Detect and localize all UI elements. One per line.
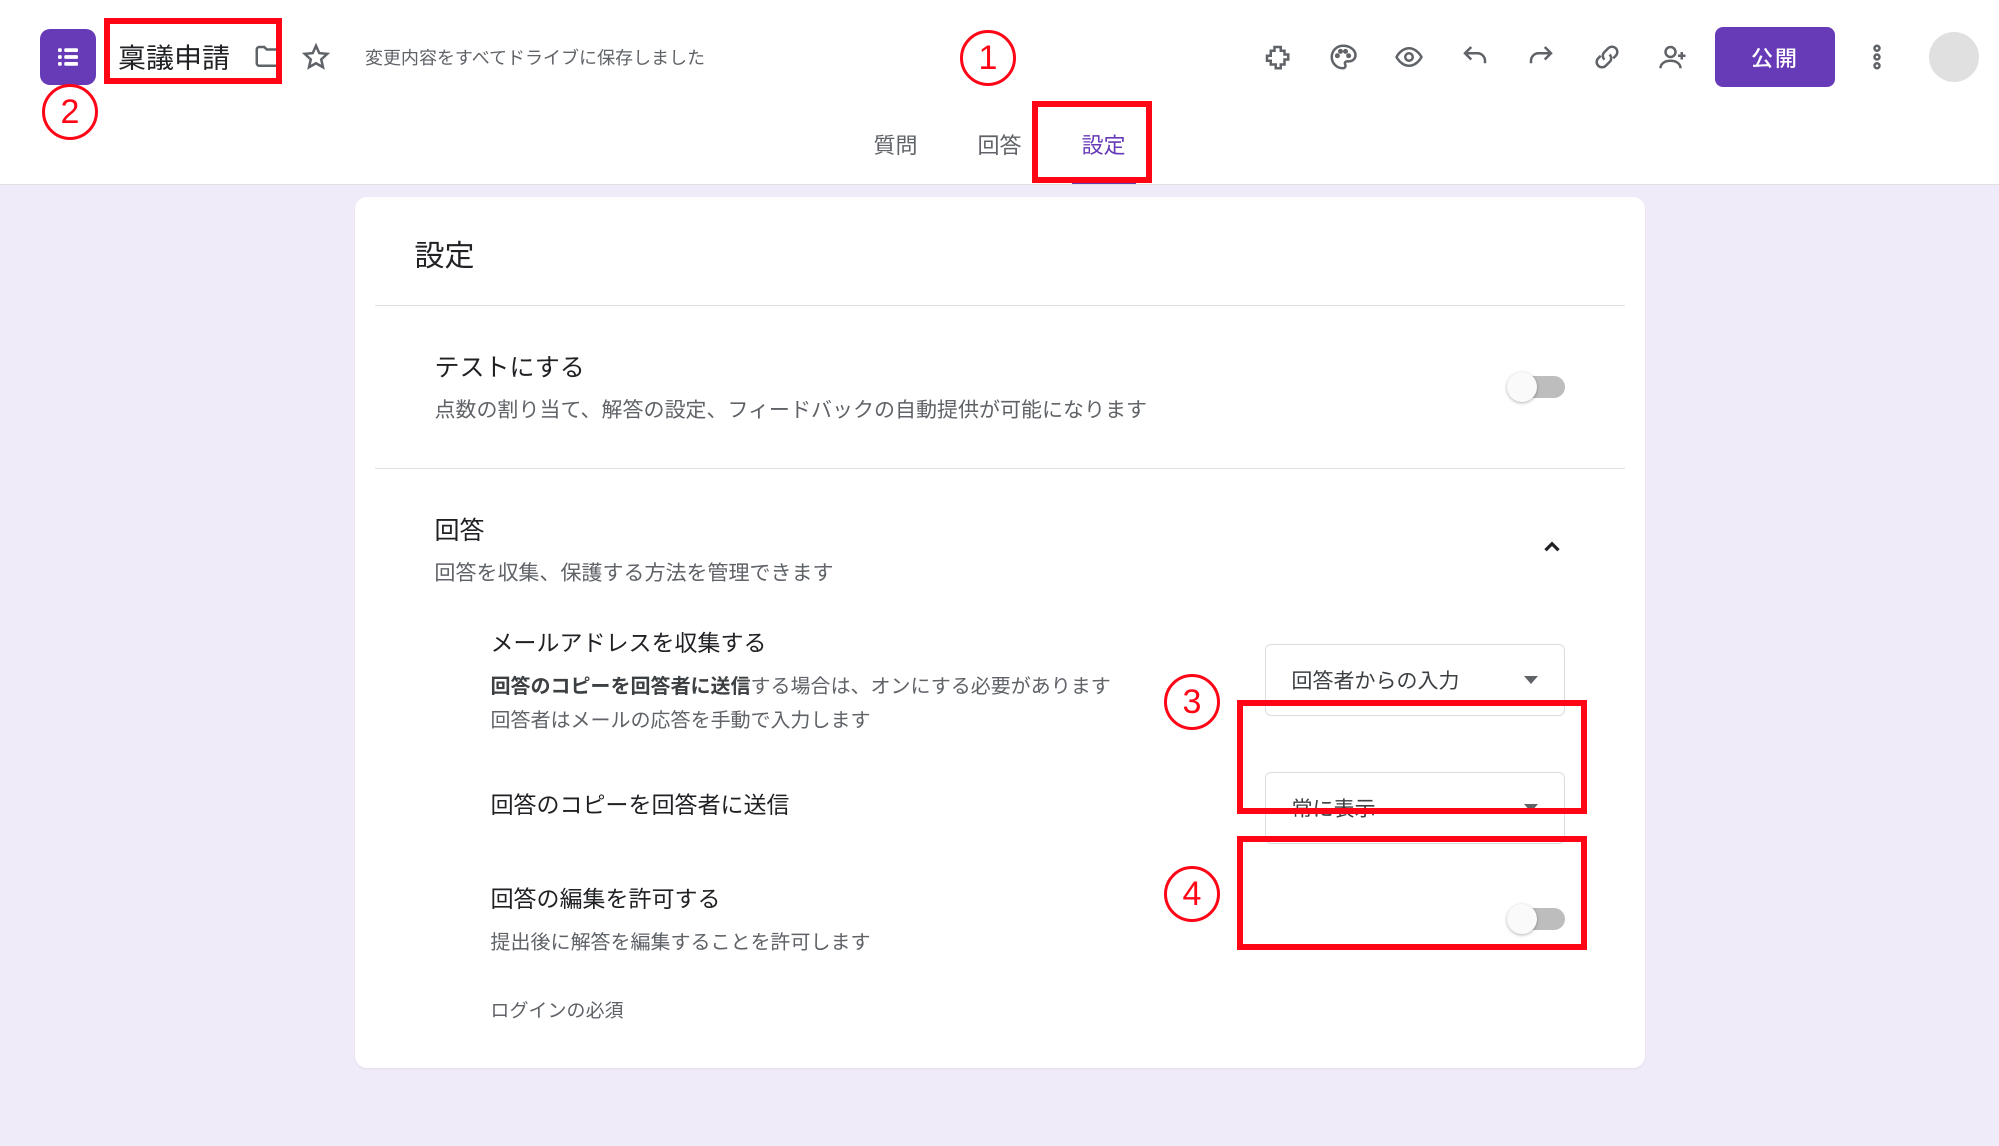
- collect-email-dropdown[interactable]: 回答者からの入力: [1265, 644, 1565, 716]
- collapse-icon[interactable]: [1539, 534, 1565, 565]
- addons-icon[interactable]: [1253, 33, 1301, 81]
- main-area: 設定 テストにする 点数の割り当て、解答の設定、フィードバックの自動提供が可能に…: [0, 185, 1999, 1068]
- forms-logo-icon[interactable]: [40, 29, 96, 85]
- dropdown-arrow-icon: [1524, 804, 1538, 812]
- header-actions: 公開: [1253, 27, 1979, 87]
- responses-desc: 回答を収集、保護する方法を管理できます: [435, 557, 1539, 589]
- avatar[interactable]: [1929, 32, 1979, 82]
- form-title[interactable]: 稟議申請: [114, 35, 234, 79]
- preview-icon[interactable]: [1385, 33, 1433, 81]
- allow-edit-desc: 提出後に解答を編集することを許可します: [491, 924, 871, 958]
- section-responses: 回答 回答を収集、保護する方法を管理できます メールアドレスを収集する 回答のコ…: [375, 469, 1625, 1069]
- star-icon[interactable]: [292, 33, 340, 81]
- row-login-required: ログインの必須: [491, 994, 1565, 1026]
- move-to-folder-icon[interactable]: [244, 33, 292, 81]
- row-send-copy: 回答のコピーを回答者に送信 常に表示: [491, 772, 1565, 844]
- save-status: 変更内容をすべてドライブに保存しました: [365, 44, 705, 71]
- collect-email-dropdown-value: 回答者からの入力: [1292, 665, 1460, 695]
- publish-button[interactable]: 公開: [1715, 27, 1835, 87]
- tabs: 質問 回答 設定: [0, 114, 1999, 184]
- allow-edit-title: 回答の編集を許可する: [491, 880, 871, 914]
- settings-card-title: 設定: [375, 231, 1625, 306]
- dropdown-arrow-icon: [1524, 676, 1538, 684]
- quiz-toggle[interactable]: [1509, 376, 1565, 398]
- add-collaborator-icon[interactable]: [1649, 33, 1697, 81]
- collect-email-title: メールアドレスを収集する: [491, 624, 1111, 658]
- send-copy-dropdown[interactable]: 常に表示: [1265, 772, 1565, 844]
- quiz-desc: 点数の割り当て、解答の設定、フィードバックの自動提供が可能になります: [435, 394, 1509, 426]
- header-top-bar: 稟議申請 変更内容をすべてドライブに保存しました: [0, 0, 1999, 114]
- settings-card: 設定 テストにする 点数の割り当て、解答の設定、フィードバックの自動提供が可能に…: [355, 197, 1645, 1068]
- row-allow-edit: 回答の編集を許可する 提出後に解答を編集することを許可します: [491, 880, 1565, 958]
- link-icon[interactable]: [1583, 33, 1631, 81]
- undo-icon[interactable]: [1451, 33, 1499, 81]
- send-copy-title: 回答のコピーを回答者に送信: [491, 786, 790, 820]
- redo-icon[interactable]: [1517, 33, 1565, 81]
- login-required-label: ログインの必須: [491, 994, 624, 1026]
- responses-title: 回答: [435, 511, 1539, 547]
- palette-icon[interactable]: [1319, 33, 1367, 81]
- tab-settings[interactable]: 設定: [1064, 114, 1144, 184]
- tab-questions[interactable]: 質問: [855, 114, 935, 184]
- quiz-title: テストにする: [435, 348, 1509, 384]
- allow-edit-toggle[interactable]: [1509, 908, 1565, 930]
- app-header: 稟議申請 変更内容をすべてドライブに保存しました: [0, 0, 1999, 185]
- collect-email-desc: 回答のコピーを回答者に送信する場合は、オンにする必要があります 回答者はメールの…: [491, 668, 1111, 736]
- more-icon[interactable]: [1853, 33, 1901, 81]
- row-collect-email: メールアドレスを収集する 回答のコピーを回答者に送信する場合は、オンにする必要が…: [491, 624, 1565, 736]
- send-copy-dropdown-value: 常に表示: [1292, 793, 1376, 823]
- tab-responses[interactable]: 回答: [959, 114, 1039, 184]
- section-quiz: テストにする 点数の割り当て、解答の設定、フィードバックの自動提供が可能になりま…: [375, 306, 1625, 469]
